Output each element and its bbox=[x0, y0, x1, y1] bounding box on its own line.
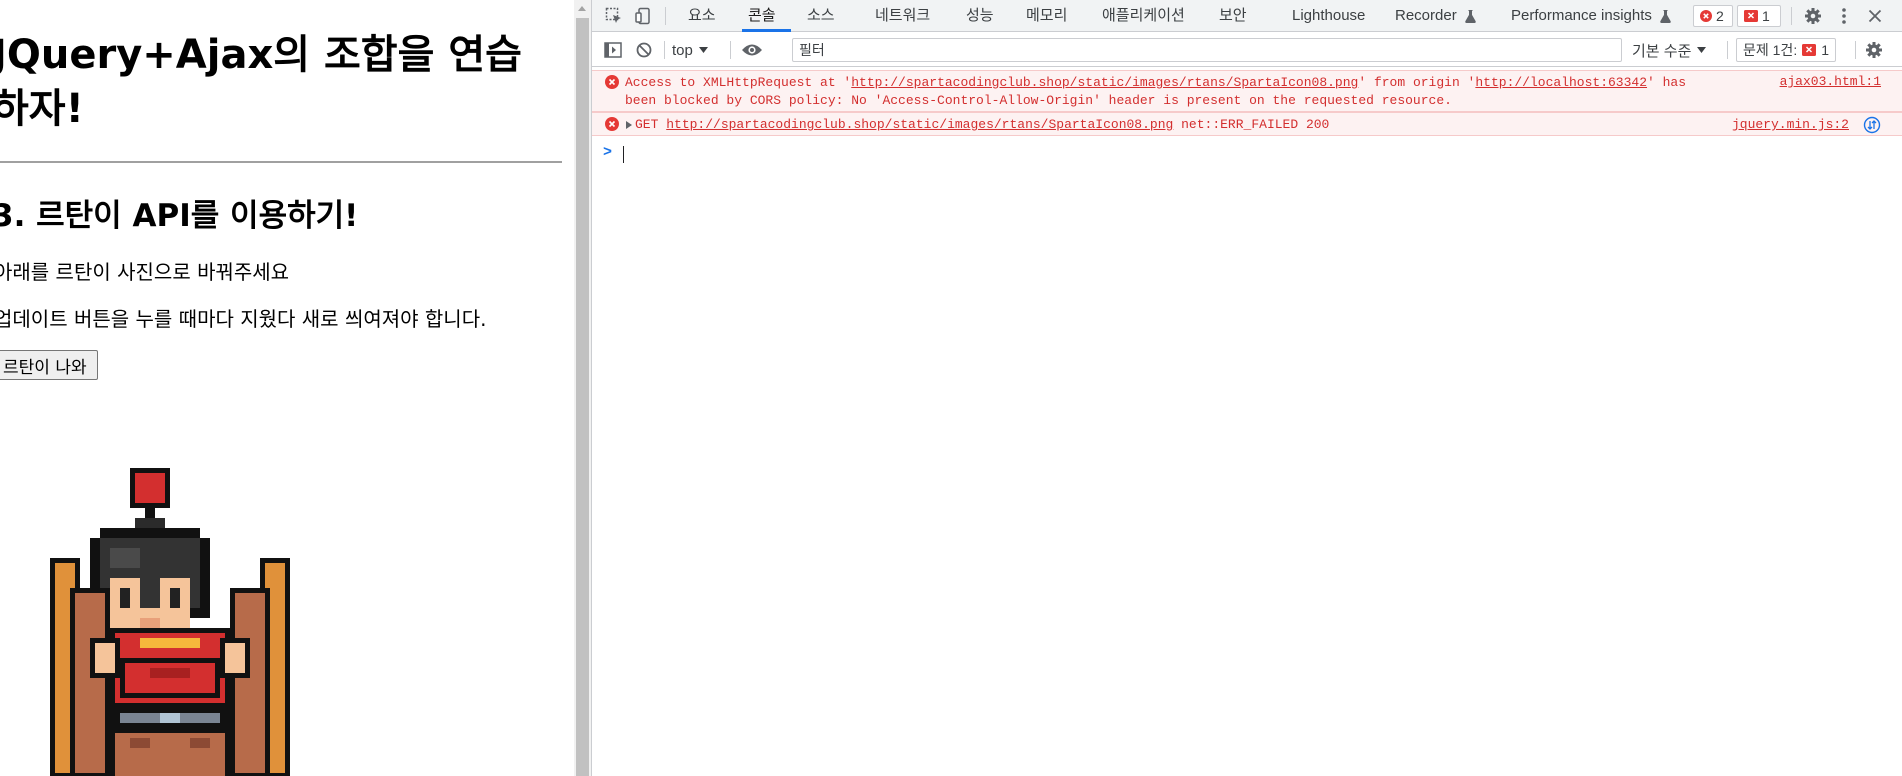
error-text-line: Access to XMLHttpRequest at 'http://spar… bbox=[625, 74, 1686, 92]
request-url-link[interactable]: http://spartacodingclub.shop/static/imag… bbox=[851, 75, 1358, 90]
dropdown-arrow-icon bbox=[1697, 47, 1707, 53]
error-circle-icon bbox=[605, 117, 619, 131]
issue-flag-icon bbox=[1802, 44, 1817, 56]
network-request-icon[interactable] bbox=[1863, 116, 1881, 134]
expand-message-triangle-icon[interactable] bbox=[626, 121, 632, 129]
tab-performance-insights-label: Performance insights bbox=[1511, 7, 1652, 24]
toolbar-divider bbox=[1855, 41, 1856, 59]
log-levels-value: 기본 수준 bbox=[1632, 42, 1692, 60]
instruction-text: 업데이트 버튼을 누를 때마다 지웠다 새로 씌여져야 합니다. bbox=[0, 307, 487, 331]
flask-icon bbox=[1465, 9, 1476, 23]
issues-count: 1 bbox=[1821, 42, 1830, 58]
clear-console-icon[interactable] bbox=[633, 39, 655, 61]
scroll-up-arrow-icon[interactable] bbox=[578, 6, 586, 11]
error-circle-icon bbox=[1700, 10, 1712, 22]
page-scrollbar[interactable] bbox=[574, 0, 591, 776]
inspect-element-icon[interactable] bbox=[602, 4, 626, 28]
device-toolbar-icon[interactable] bbox=[632, 4, 656, 28]
error-text: ' from origin ' bbox=[1358, 75, 1476, 90]
rtan-show-button[interactable]: 르탄이 나와 bbox=[0, 350, 98, 380]
request-url-link[interactable]: http://spartacodingclub.shop/static/imag… bbox=[666, 117, 1173, 132]
source-location-link[interactable]: ajax03.html:1 bbox=[1780, 74, 1881, 89]
active-tab-indicator bbox=[742, 29, 791, 32]
scrollbar-thumb[interactable] bbox=[576, 18, 589, 776]
live-expression-eye-icon[interactable] bbox=[739, 39, 765, 61]
http-method: GET bbox=[635, 117, 659, 132]
close-devtools-icon[interactable] bbox=[1863, 4, 1887, 28]
tab-sources[interactable]: 소스 bbox=[807, 0, 835, 32]
tab-application[interactable]: 애플리케이션 bbox=[1102, 0, 1185, 32]
description-text: 아래를 르탄이 사진으로 바꿔주세요 bbox=[0, 260, 290, 284]
console-prompt-chevron: > bbox=[603, 144, 613, 161]
console-settings-gear-icon[interactable] bbox=[1863, 39, 1885, 61]
section-title: 3. 르탄이 API를 이용하기! bbox=[0, 198, 359, 234]
settings-gear-icon[interactable] bbox=[1801, 4, 1825, 28]
toolbar-divider bbox=[730, 41, 731, 59]
source-location-link[interactable]: jquery.min.js:2 bbox=[1732, 117, 1849, 132]
web-page: JQuery+Ajax의 조합을 연습하자! 3. 르탄이 API를 이용하기!… bbox=[0, 0, 574, 776]
tab-performance-insights[interactable]: Performance insights bbox=[1511, 0, 1671, 32]
error-text-line: GET http://spartacodingclub.shop/static/… bbox=[635, 116, 1329, 134]
log-levels-select[interactable]: 기본 수준 bbox=[1632, 40, 1707, 60]
console-toolbar: top 기본 수준 문제 1건: 1 bbox=[592, 33, 1902, 67]
show-sidebar-icon[interactable] bbox=[602, 39, 624, 61]
tab-recorder[interactable]: Recorder bbox=[1395, 0, 1476, 32]
toolbar-divider bbox=[664, 41, 665, 59]
dropdown-arrow-icon bbox=[698, 47, 708, 53]
error-text-line: been blocked by CORS policy: No 'Access-… bbox=[625, 93, 1452, 108]
error-count-badge[interactable]: 2 bbox=[1693, 5, 1733, 27]
tab-memory[interactable]: 메모리 bbox=[1026, 0, 1067, 32]
tab-recorder-label: Recorder bbox=[1395, 7, 1457, 24]
error-text: ' has bbox=[1647, 75, 1687, 90]
issues-button[interactable]: 문제 1건: 1 bbox=[1736, 38, 1837, 62]
tab-network[interactable]: 네트워크 bbox=[875, 0, 930, 32]
issue-flag-icon bbox=[1744, 10, 1758, 22]
issues-label: 문제 1건: bbox=[1743, 42, 1798, 58]
console-network-error-message[interactable]: GET http://spartacodingclub.shop/static/… bbox=[592, 112, 1902, 136]
devtools-tab-bar: 요소 콘솔 소스 네트워크 성능 메모리 애플리케이션 보안 Lighthous… bbox=[592, 0, 1902, 32]
console-output[interactable]: Access to XMLHttpRequest at 'http://spar… bbox=[592, 68, 1902, 776]
more-options-icon[interactable] bbox=[1832, 4, 1856, 28]
toolbar-divider bbox=[1791, 7, 1792, 25]
issue-count: 1 bbox=[1762, 8, 1770, 24]
context-value: top bbox=[672, 41, 693, 59]
issue-count-badge[interactable]: 1 bbox=[1737, 5, 1781, 27]
rtan-character-image bbox=[50, 468, 290, 776]
console-input-caret[interactable] bbox=[623, 146, 624, 163]
horizontal-rule bbox=[0, 161, 562, 163]
error-text: Access to XMLHttpRequest at ' bbox=[625, 75, 852, 90]
flask-icon bbox=[1660, 9, 1671, 23]
request-status: net::ERR_FAILED 200 bbox=[1181, 117, 1330, 132]
devtools-panel: 요소 콘솔 소스 네트워크 성능 메모리 애플리케이션 보안 Lighthous… bbox=[591, 0, 1902, 776]
toolbar-divider bbox=[665, 7, 666, 25]
console-error-message[interactable]: Access to XMLHttpRequest at 'http://spar… bbox=[592, 70, 1902, 112]
origin-url-link[interactable]: http://localhost:63342 bbox=[1475, 75, 1647, 90]
error-count: 2 bbox=[1716, 8, 1724, 24]
page-title: JQuery+Ajax의 조합을 연습하자! bbox=[0, 32, 522, 132]
tab-console[interactable]: 콘솔 bbox=[748, 0, 776, 32]
error-circle-icon bbox=[605, 75, 619, 89]
console-filter-input[interactable] bbox=[792, 38, 1622, 62]
javascript-context-select[interactable]: top bbox=[672, 40, 708, 60]
tab-lighthouse[interactable]: Lighthouse bbox=[1292, 0, 1365, 32]
toolbar-divider bbox=[1727, 41, 1728, 59]
tab-security[interactable]: 보안 bbox=[1219, 0, 1247, 32]
tab-elements[interactable]: 요소 bbox=[688, 0, 716, 32]
tab-performance[interactable]: 성능 bbox=[966, 0, 994, 32]
